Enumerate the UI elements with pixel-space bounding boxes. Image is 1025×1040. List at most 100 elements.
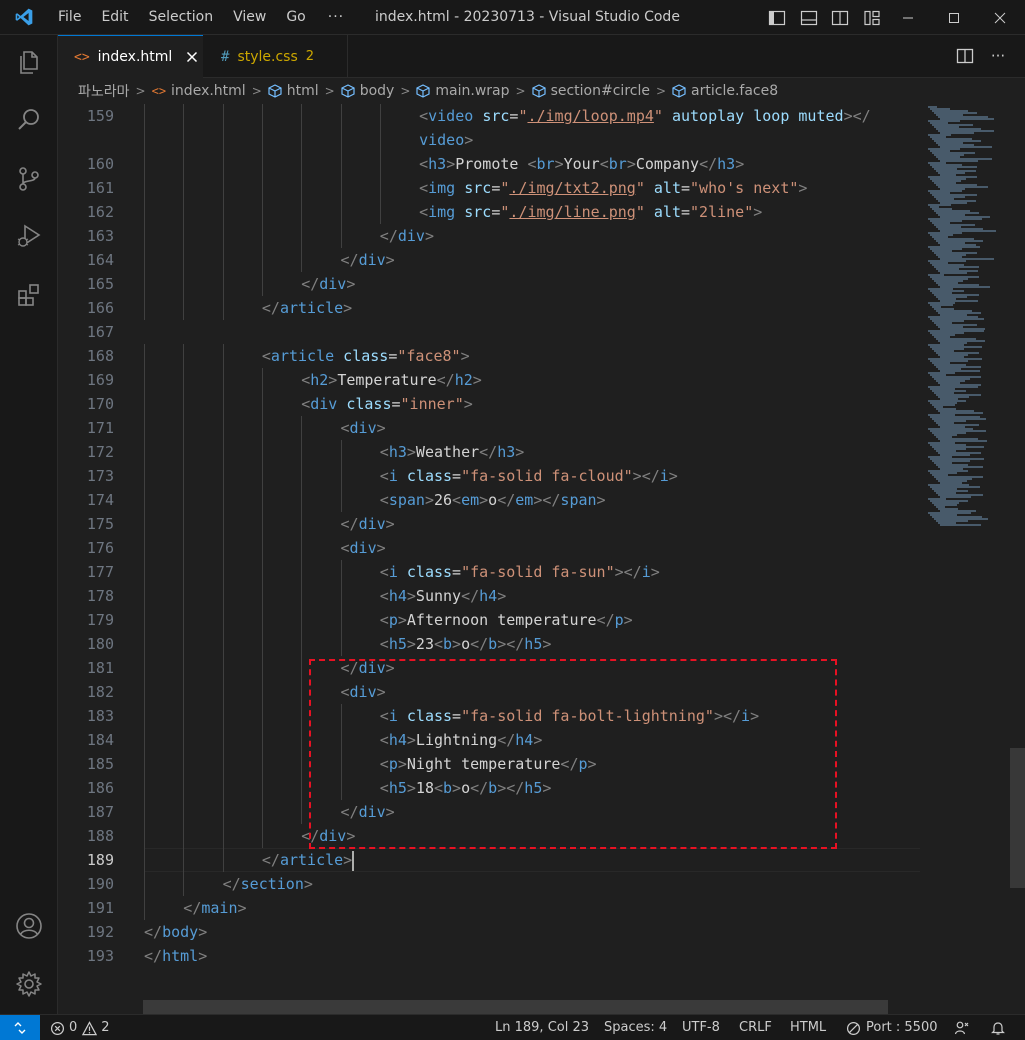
code-line[interactable]: <img src="./img/txt2.png" alt="who's nex… [419,176,807,200]
horizontal-scrollbar[interactable] [143,1000,888,1014]
code-line[interactable]: <h4>Sunny</h4> [380,584,506,608]
breadcrumb-section[interactable]: section#circle [531,83,650,99]
accounts-icon[interactable] [13,910,45,942]
code-token: ></ [843,107,871,125]
code-line[interactable]: </article> [262,296,352,320]
code-line[interactable]: <span>26<em>o</em></span> [380,488,606,512]
indent-guide [340,224,342,248]
code-line[interactable]: </main> [183,896,246,920]
more-actions-icon[interactable]: ··· [988,47,1008,67]
menu-file[interactable]: File [48,0,91,35]
code-token: > [735,155,745,173]
indentation[interactable]: Spaces: 4 [604,1015,667,1040]
code-line[interactable]: <p>Afternoon temperature</p> [380,608,633,632]
code-line[interactable]: <img src="./img/line.png" alt="2line"> [419,200,762,224]
explorer-icon[interactable] [13,47,45,79]
code-line[interactable]: </article> [262,848,355,872]
code-line[interactable]: </div> [380,224,434,248]
toggle-primary-sidebar-icon[interactable] [768,9,786,27]
breadcrumb-article[interactable]: article.face8 [672,83,778,99]
toggle-panel-icon[interactable] [800,9,818,27]
code-line[interactable]: <div class="inner"> [301,392,473,416]
indent-guide [183,272,185,296]
code-token: br [536,155,555,173]
indent-guide [301,584,303,608]
customize-layout-icon[interactable] [863,9,881,27]
indent-guide [183,680,185,704]
code-line[interactable]: <h2>Temperature</h2> [301,368,482,392]
notifications-bell-icon[interactable] [990,1015,1006,1040]
code-token: img [428,179,456,197]
indent-guide [340,440,342,464]
code-line[interactable]: <i class="fa-solid fa-cloud"></i> [380,464,678,488]
code-line[interactable]: video> [419,128,473,152]
code-line[interactable]: </html> [144,944,207,968]
indent-guide [340,464,342,488]
code-line[interactable]: <article class="face8"> [262,344,470,368]
close-window-icon[interactable] [977,0,1023,35]
cursor-position[interactable]: Ln 189, Col 23 [495,1015,589,1040]
code-editor[interactable]: 159 <video src="./img/loop.mp4" autoplay … [58,104,920,1000]
indent-guide [144,872,145,896]
code-line[interactable]: </div> [301,272,355,296]
search-icon[interactable] [13,104,45,136]
code-line[interactable]: <div> [341,536,386,560]
breadcrumb-main[interactable]: main.wrap [416,83,510,99]
code-line[interactable]: <div> [341,416,386,440]
code-line[interactable]: <video src="./img/loop.mp4" autoplay loo… [419,104,871,128]
minimize-window-icon[interactable] [885,0,931,35]
tab-style-css[interactable]: # style.css 2 [203,35,348,78]
menu-selection[interactable]: Selection [139,0,224,35]
extensions-icon[interactable] [13,279,45,311]
indent-guide [301,704,303,728]
tab-index-html[interactable]: <> index.html [58,35,203,78]
indent-guide [144,488,145,512]
encoding[interactable]: UTF-8 [682,1015,720,1040]
chevron-right-icon: > [515,84,526,98]
indent-guide [183,392,185,416]
breadcrumb-file[interactable]: <> index.html [152,83,246,99]
menu-view[interactable]: View [223,0,276,35]
menu-edit[interactable]: Edit [91,0,138,35]
code-line[interactable]: </body> [144,920,207,944]
vertical-scrollbar-thumb[interactable] [1010,748,1025,888]
problems-indicator[interactable]: 0 2 [50,1015,110,1040]
menu-go[interactable]: Go [276,0,315,35]
settings-gear-icon[interactable] [13,968,45,1000]
code-line[interactable]: </div> [341,248,395,272]
indent-guide [183,512,185,536]
code-token: " [635,179,645,197]
close-tab-icon[interactable] [184,49,200,65]
live-server-port[interactable]: Port : 5500 [846,1015,938,1040]
menu-more[interactable]: ··· [316,0,356,35]
run-debug-icon[interactable] [13,220,45,252]
toggle-secondary-sidebar-icon[interactable] [831,9,849,27]
breadcrumb-body[interactable]: body [341,83,394,99]
line-number: 163 [86,227,114,245]
code-line[interactable]: </div> [341,512,395,536]
code-token: </ [479,443,498,461]
source-control-icon[interactable] [13,163,45,195]
language-mode[interactable]: HTML [790,1015,826,1040]
indent-guide [261,224,263,248]
indent-guide [183,824,185,848]
remote-indicator-icon[interactable] [0,1015,40,1040]
line-number: 186 [86,779,114,797]
breadcrumb-folder[interactable]: 파노라마 [78,81,130,101]
indent-guide [183,368,185,392]
code-token: h2 [310,371,329,389]
accounts-feedback-icon[interactable] [954,1015,970,1040]
maximize-window-icon[interactable] [931,0,977,35]
split-editor-icon[interactable] [956,47,976,67]
code-line[interactable]: <i class="fa-solid fa-sun"></i> [380,560,660,584]
indent-guide [379,152,381,176]
code-token: div [397,227,425,245]
code-line[interactable]: <h3>Weather</h3> [380,440,525,464]
code-line[interactable]: <h5>23<b>o</b></h5> [380,632,552,656]
code-line[interactable]: <h3>Promote <br>Your<br>Company</h3> [419,152,744,176]
breadcrumb-html[interactable]: html [268,83,319,99]
end-of-line[interactable]: CRLF [739,1015,772,1040]
code-line[interactable]: </section> [223,872,313,896]
